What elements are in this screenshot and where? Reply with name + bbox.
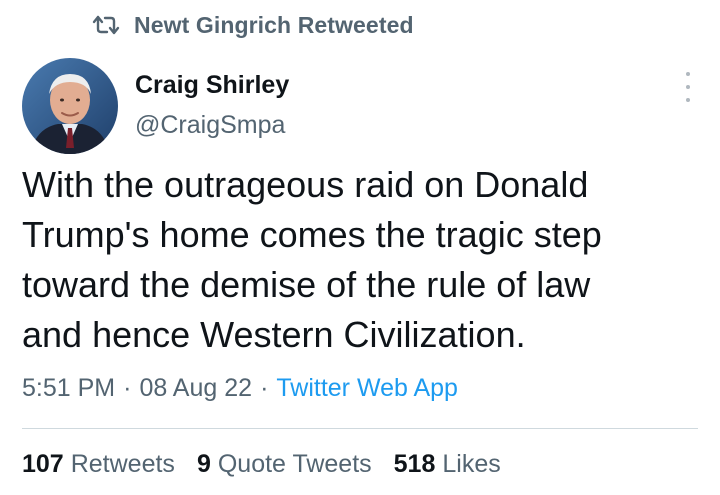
retweets-label: Retweets [70,450,175,478]
quote-tweets-count: 9 [196,450,211,478]
likes-count: 518 [393,450,436,478]
avatar[interactable] [22,58,118,154]
more-dot [686,85,690,89]
more-options-icon[interactable] [682,72,694,102]
author-handle[interactable]: @CraigSmpa [135,110,289,140]
retweet-icon [92,15,120,35]
more-dot [686,98,690,102]
retweets-stat[interactable]: 107 Retweets [22,446,175,482]
retweet-label: Newt Gingrich Retweeted [134,11,414,38]
retweet-context[interactable]: Newt Gingrich Retweeted [92,10,414,40]
tweet-date[interactable]: 08 Aug 22 [139,374,252,402]
tweet-time[interactable]: 5:51 PM [22,374,115,402]
retweets-count: 107 [22,450,64,478]
meta-separator: · [123,374,132,402]
tweet-text: With the outrageous raid on Donald Trump… [22,164,602,355]
tweet-source-link[interactable]: Twitter Web App [276,374,458,402]
likes-stat[interactable]: 518 Likes [394,446,501,482]
tweet-meta: 5:51 PM · 08 Aug 22 · Twitter Web App [22,370,458,406]
quote-tweets-label: Quote Tweets [217,450,372,478]
avatar-image [22,58,118,154]
more-dot [686,72,690,76]
meta-separator: · [260,374,269,402]
quote-tweets-stat[interactable]: 9 Quote Tweets [197,446,372,482]
likes-label: Likes [442,450,501,478]
tweet-detail: Newt Gingrich Retweeted Craig Shirley @C… [0,0,720,495]
author-name[interactable]: Craig Shirley [135,70,289,100]
tweet-stats: 107 Retweets 9 Quote Tweets 518 Likes [22,446,523,482]
divider [22,428,698,429]
author-block[interactable]: Craig Shirley @CraigSmpa [135,70,289,140]
